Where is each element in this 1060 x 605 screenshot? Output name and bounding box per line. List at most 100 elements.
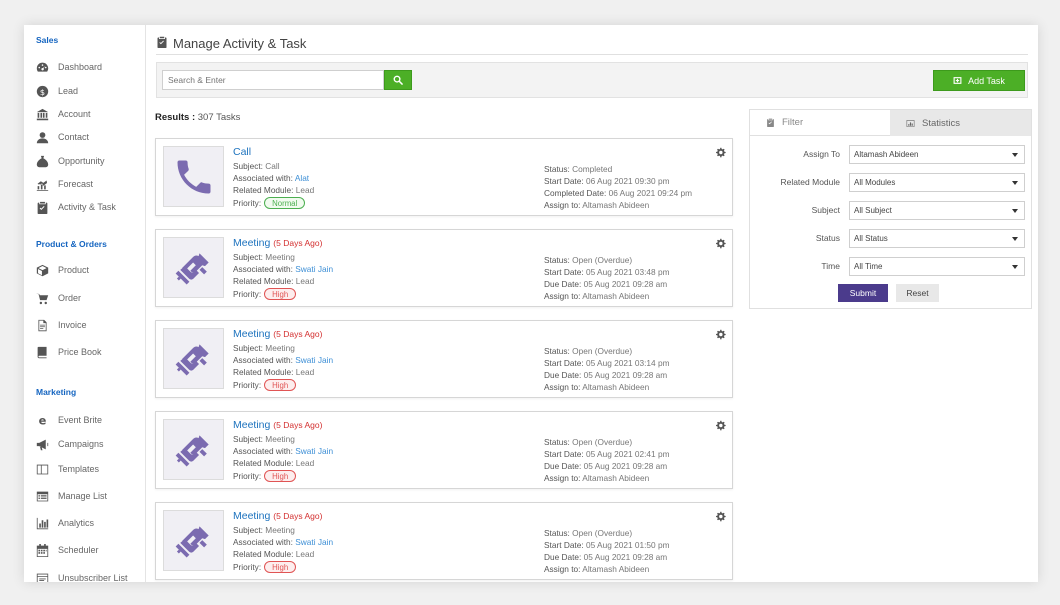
filter-panel: Filter Statistics Assign To Altamash Abid… xyxy=(749,109,1032,309)
results-label: Results : xyxy=(155,112,196,123)
task-end-date: Completed Date: 06 Aug 2021 09:24 pm xyxy=(544,188,693,198)
chevron-down-icon xyxy=(1012,209,1018,213)
tab-statistics[interactable]: Statistics xyxy=(890,110,1031,136)
task-card[interactable]: Call Subject: Call Associated with: Alat R… xyxy=(155,138,733,216)
megaphone-icon xyxy=(35,437,49,451)
stats-icon xyxy=(906,119,915,127)
chevron-down-icon xyxy=(1012,181,1018,185)
sidebar-item-analytics[interactable]: Analytics xyxy=(35,515,143,531)
associated-link[interactable]: Swati Jain xyxy=(295,537,333,547)
task-thumbnail xyxy=(163,237,224,298)
filter-select[interactable]: All Status xyxy=(849,229,1025,248)
task-assign: Assign to: Altamash Abideen xyxy=(544,200,650,210)
sidebar-item-forecast[interactable]: Forecast xyxy=(35,176,143,192)
task-title-link[interactable]: Call xyxy=(233,146,251,158)
gear-icon[interactable] xyxy=(715,236,726,249)
task-module: Related Module: Lead xyxy=(233,276,315,286)
task-priority: Priority: High xyxy=(233,470,297,482)
sidebar-item-label: Templates xyxy=(58,464,100,474)
task-status: Status: Open (Overdue) xyxy=(544,346,633,356)
sidebar-item-campaigns[interactable]: Campaigns xyxy=(35,436,143,452)
filter-select[interactable]: All Modules xyxy=(849,173,1025,192)
submit-button[interactable]: Submit xyxy=(838,284,888,302)
filter-tabs: Filter Statistics xyxy=(750,110,1031,136)
clipboard-icon xyxy=(156,35,168,53)
gear-icon[interactable] xyxy=(715,418,726,431)
svg-text:$: $ xyxy=(39,86,44,96)
task-card[interactable]: Meeting (5 Days Ago) Subject: Meeting Asso… xyxy=(155,411,733,489)
task-start-date: Start Date: 05 Aug 2021 01:50 pm xyxy=(544,540,670,550)
task-days-ago: (5 Days Ago) xyxy=(273,329,323,339)
app-window: Sales Dashboard $ Lead Account Contact O… xyxy=(24,25,1038,582)
chevron-down-icon xyxy=(1012,153,1018,157)
priority-badge: Normal xyxy=(264,197,306,209)
gear-icon[interactable] xyxy=(715,327,726,340)
sidebar-item-label: Account xyxy=(58,109,91,119)
sidebar-section-product-orders: Product & Orders xyxy=(36,239,107,249)
tab-label: Filter xyxy=(782,117,804,128)
sidebar-item-opportunity[interactable]: Opportunity xyxy=(35,153,143,169)
sidebar-item-event-brite[interactable]: e Event Brite xyxy=(35,412,143,428)
sidebar-item-account[interactable]: Account xyxy=(35,106,143,122)
sidebar-item-label: Forecast xyxy=(58,179,94,189)
task-title: Meeting xyxy=(233,510,271,522)
filter-select[interactable]: All Time xyxy=(849,257,1025,276)
sidebar-item-lead[interactable]: $ Lead xyxy=(35,83,143,99)
clipboard-icon xyxy=(767,118,774,127)
sidebar-item-templates[interactable]: Templates xyxy=(35,461,143,477)
filter-select[interactable]: All Subject xyxy=(849,201,1025,220)
associated-link[interactable]: Swati Jain xyxy=(295,264,333,274)
task-card[interactable]: Meeting (5 Days Ago) Subject: Meeting Asso… xyxy=(155,320,733,398)
task-title: Meeting xyxy=(233,419,271,431)
task-module: Related Module: Lead xyxy=(233,367,315,377)
filter-select[interactable]: Altamash Abideen xyxy=(849,145,1025,164)
task-title-link[interactable]: Meeting (5 Days Ago) xyxy=(233,328,322,340)
sidebar-item-activity-task[interactable]: Activity & Task xyxy=(35,199,143,215)
sidebar-item-label: Order xyxy=(58,293,82,303)
task-days-ago: (5 Days Ago) xyxy=(273,420,323,430)
chevron-down-icon xyxy=(1012,265,1018,269)
associated-link[interactable]: Alat xyxy=(295,173,309,183)
sidebar-item-invoice[interactable]: Invoice xyxy=(35,317,143,333)
sidebar-item-contact[interactable]: Contact xyxy=(35,129,143,145)
sidebar-item-label: Opportunity xyxy=(58,156,105,166)
sidebar-item-label: Unsubscriber List xyxy=(58,573,128,582)
task-title: Meeting xyxy=(233,237,271,249)
handshake-icon xyxy=(172,519,216,563)
sidebar-item-manage-list[interactable]: Manage List xyxy=(35,488,143,504)
sidebar: Sales Dashboard $ Lead Account Contact O… xyxy=(24,25,146,582)
sidebar-item-order[interactable]: Order xyxy=(35,290,143,306)
associated-link[interactable]: Swati Jain xyxy=(295,446,333,456)
sidebar-item-unsubscriber-list[interactable]: Unsubscriber List xyxy=(35,570,143,582)
task-title-link[interactable]: Meeting (5 Days Ago) xyxy=(233,510,322,522)
search-input[interactable] xyxy=(162,70,384,90)
clipboard-icon xyxy=(35,200,49,214)
handshake-icon xyxy=(172,428,216,472)
sidebar-item-label: Scheduler xyxy=(58,545,99,555)
associated-link[interactable]: Swati Jain xyxy=(295,355,333,365)
add-task-button[interactable]: Add Task xyxy=(933,70,1025,91)
task-card[interactable]: Meeting (5 Days Ago) Subject: Meeting Asso… xyxy=(155,229,733,307)
filter-label: Status xyxy=(815,233,840,243)
task-assign: Assign to: Altamash Abideen xyxy=(544,473,650,483)
sidebar-item-label: Event Brite xyxy=(58,415,103,425)
task-assign: Assign to: Altamash Abideen xyxy=(544,291,650,301)
task-thumbnail xyxy=(163,328,224,389)
sidebar-item-price-book[interactable]: Price Book xyxy=(35,344,143,360)
dollar-icon: $ xyxy=(35,84,49,98)
add-task-icon xyxy=(953,77,962,84)
task-thumbnail xyxy=(163,419,224,480)
tab-filter[interactable]: Filter xyxy=(750,110,890,136)
cart-icon xyxy=(35,291,49,305)
sidebar-item-product[interactable]: Product xyxy=(35,262,143,278)
reset-button[interactable]: Reset xyxy=(896,284,939,302)
sidebar-item-scheduler[interactable]: Scheduler xyxy=(35,542,143,558)
sidebar-item-dashboard[interactable]: Dashboard xyxy=(35,59,143,75)
gear-icon[interactable] xyxy=(715,509,726,522)
task-priority: Priority: High xyxy=(233,379,297,391)
task-card[interactable]: Meeting (5 Days Ago) Subject: Meeting Asso… xyxy=(155,502,733,580)
search-button[interactable] xyxy=(384,70,412,90)
task-title-link[interactable]: Meeting (5 Days Ago) xyxy=(233,419,322,431)
gear-icon[interactable] xyxy=(715,145,726,158)
task-title-link[interactable]: Meeting (5 Days Ago) xyxy=(233,237,322,249)
